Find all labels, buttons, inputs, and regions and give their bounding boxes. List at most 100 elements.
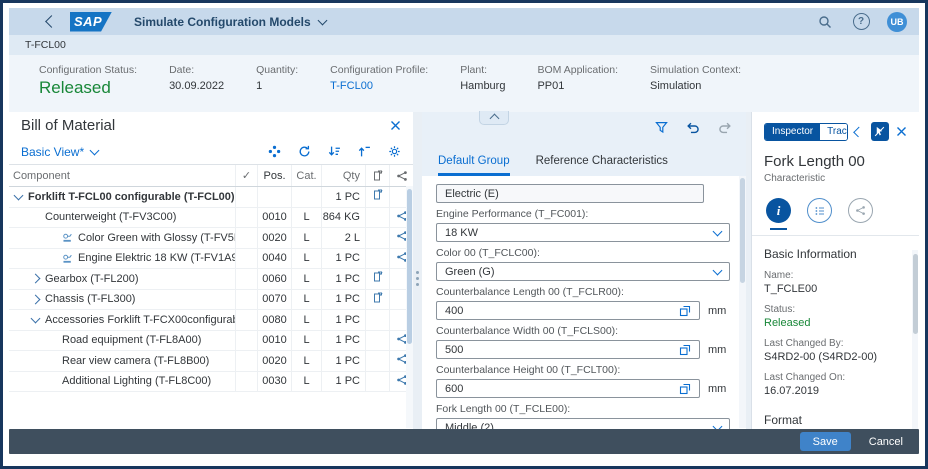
tree-expand-icon[interactable] [30, 273, 40, 284]
redo-icon[interactable] [718, 121, 732, 134]
info-field: BOM Application: PP01 [537, 64, 618, 112]
info-tab-icon[interactable]: i [766, 198, 791, 230]
panel-collapse-handle[interactable] [479, 111, 509, 125]
inspector-scrollbar[interactable] [912, 250, 918, 429]
settings-gear-icon[interactable] [388, 145, 401, 158]
cancel-button[interactable]: Cancel [865, 433, 907, 451]
tab-default-group[interactable]: Default Group [438, 155, 510, 176]
category-cell: L [291, 330, 321, 350]
characteristic-value: 500 [445, 343, 464, 356]
object-tab[interactable]: T-FCL00 [25, 39, 66, 51]
expand-all-icon[interactable] [328, 145, 341, 158]
app-window: SAP Simulate Configuration Models ? UB T… [0, 0, 928, 469]
component-name: Chassis (T-FL300) [45, 293, 136, 306]
characteristic-input[interactable]: Electric (E) [436, 184, 704, 203]
characteristic-value: 400 [445, 304, 464, 317]
bom-table-row[interactable]: Rear view camera (T-FL8B00) 0020 L 1 PC [9, 351, 413, 372]
vertical-splitter[interactable] [413, 112, 422, 429]
bom-table-row[interactable]: Chassis (T-FL300) 0070 L 1 PC [9, 289, 413, 310]
bom-table-row[interactable]: Forklift T-FCL00 configurable (T-FCL00) … [9, 187, 413, 208]
characteristics-scrollbar[interactable] [739, 176, 746, 428]
tree-expand-icon[interactable] [13, 190, 23, 201]
quantity-cell: 1 PC [321, 310, 365, 330]
segment-trace[interactable]: Trace [820, 123, 847, 140]
category-cell: L [291, 310, 321, 330]
column-component: Component [13, 169, 70, 182]
inspector-detail: Last Changed By: S4RD2-00 (S4RD2-00) [764, 338, 907, 363]
open-document-icon[interactable] [372, 271, 384, 286]
inspect-toggle-icon[interactable] [870, 122, 889, 141]
dependencies-share-icon[interactable] [848, 198, 873, 223]
info-field: Quantity: 1 [256, 64, 298, 112]
component-name: Forklift T-FCL00 configurable (T-FCL00) [28, 190, 235, 203]
column-qty: Qty [321, 165, 365, 186]
collapse-all-icon[interactable] [358, 145, 371, 158]
info-field-value[interactable]: T-FCL00 [330, 80, 428, 92]
value-help-icon[interactable] [679, 305, 691, 317]
quantity-cell: 1 PC [321, 351, 365, 371]
refresh-icon[interactable] [298, 145, 311, 158]
bom-table-header: Component ✓ Pos. Cat. Qty [9, 164, 413, 187]
back-icon[interactable] [45, 15, 58, 28]
save-button[interactable]: Save [799, 432, 851, 451]
tab-reference-characteristics[interactable]: Reference Characteristics [536, 155, 668, 176]
app-title[interactable]: Simulate Configuration Models [134, 15, 311, 29]
title-dropdown-icon[interactable] [317, 15, 328, 26]
bom-table-row[interactable]: Engine Elektric 18 KW (T-FV1A97) 0040 L … [9, 248, 413, 269]
inspector-detail: Last Changed On: 16.07.2019 [764, 372, 907, 397]
value-help-icon[interactable] [679, 383, 691, 395]
position-cell: 0060 [257, 269, 291, 289]
position-cell: 0040 [257, 248, 291, 268]
unit-label: mm [708, 382, 727, 395]
bom-scrollbar[interactable] [406, 186, 413, 428]
bom-table-row[interactable]: Road equipment (T-FL8A00) 0010 L 1 PC [9, 330, 413, 351]
component-name: Counterweight (T-FV3C00) [45, 211, 177, 224]
view-selector[interactable]: Basic View* [21, 145, 100, 159]
user-avatar[interactable]: UB [887, 11, 907, 38]
filter-icon[interactable] [655, 121, 668, 134]
close-icon[interactable] [390, 120, 401, 131]
help-icon[interactable]: ? [851, 12, 871, 38]
characteristic-field: Fork Length 00 (T_FCLE00): Middle (2) [436, 403, 730, 429]
chevron-down-icon [712, 265, 723, 277]
characteristic-label: Counterbalance Length 00 (T_FCLR00): [436, 286, 624, 298]
bom-table-row[interactable]: Counterweight (T-FV3C00) 0010 L 864 KG [9, 207, 413, 228]
info-bar-items: Configuration Status: Released Date: 30.… [9, 55, 919, 112]
bom-table-row[interactable]: Additional Lighting (T-FL8C00) 0030 L 1 … [9, 371, 413, 392]
open-document-icon[interactable] [372, 189, 384, 204]
undo-icon[interactable] [686, 121, 700, 134]
column-pos: Pos. [257, 165, 291, 186]
category-cell: L [291, 371, 321, 391]
inspector-panel: Inspector Trace Fork Length 00 Character… [751, 112, 919, 429]
open-document-icon[interactable] [372, 292, 384, 307]
characteristic-input[interactable]: 400 [436, 301, 700, 320]
characteristic-input[interactable]: 600 [436, 379, 700, 398]
search-icon[interactable] [815, 12, 835, 32]
characteristic-input[interactable]: Middle (2) [436, 418, 730, 429]
inspector-section-title: Basic Information [764, 247, 857, 261]
tree-expand-icon[interactable] [30, 294, 40, 305]
bom-table-row[interactable]: Color Green with Glossy (T-FV5E03) 0020 … [9, 228, 413, 249]
chevron-left-icon[interactable] [852, 126, 864, 137]
characteristic-field: Engine Performance (T_FC001): 18 KW [436, 208, 730, 242]
position-cell: 0020 [257, 228, 291, 248]
characteristic-input[interactable]: 500 [436, 340, 700, 359]
check-cell [235, 371, 257, 391]
shell-header: SAP Simulate Configuration Models ? UB [9, 8, 919, 38]
footer-bar: Save Cancel [9, 429, 919, 454]
characteristic-value: Middle (2) [445, 421, 494, 430]
inspector-close-icon[interactable] [896, 126, 907, 137]
component-name: Additional Lighting (T-FL8C00) [62, 375, 212, 388]
segment-inspector[interactable]: Inspector [765, 123, 821, 140]
info-field-label: Simulation Context: [650, 64, 742, 76]
tree-expand-icon[interactable] [30, 313, 40, 324]
value-help-icon[interactable] [679, 344, 691, 356]
hierarchy-icon[interactable] [268, 145, 281, 158]
bom-table-row[interactable]: Gearbox (T-FL200) 0060 L 1 PC [9, 269, 413, 290]
bom-table-row[interactable]: Accessories Forklift T-FCX00configurable… [9, 310, 413, 331]
sap-logo: SAP [70, 11, 112, 32]
characteristic-input[interactable]: 18 KW [436, 223, 730, 242]
position-cell: 0070 [257, 289, 291, 309]
values-list-icon[interactable] [807, 198, 832, 223]
characteristic-input[interactable]: Green (G) [436, 262, 730, 281]
